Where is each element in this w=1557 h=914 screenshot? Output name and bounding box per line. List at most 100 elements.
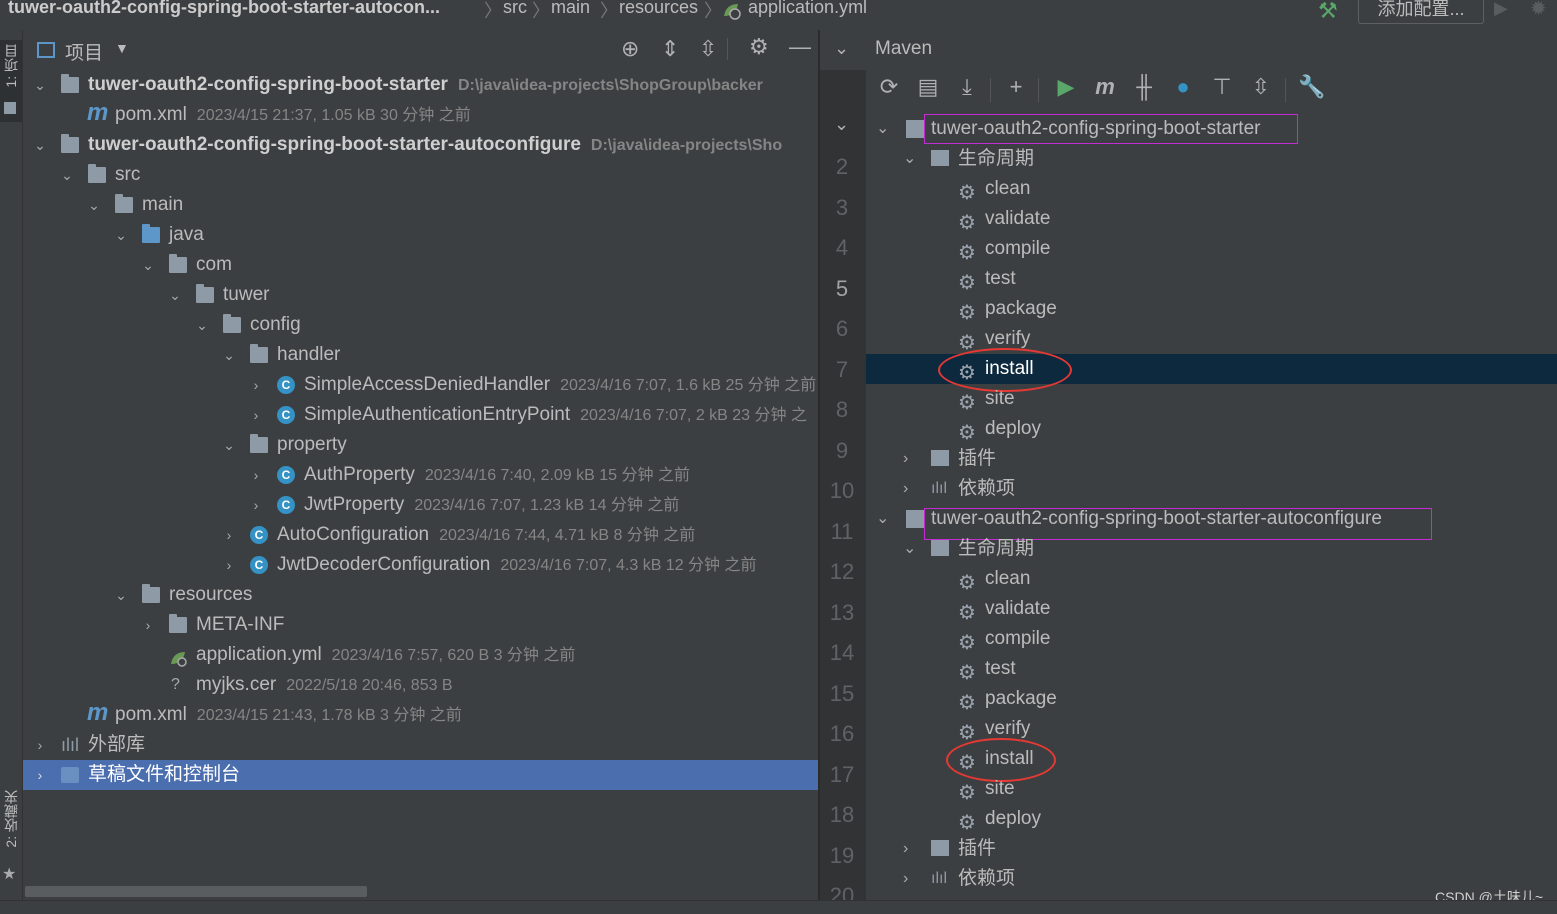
maven-dependencies-node[interactable]: › ılıl 依赖项	[866, 474, 1557, 504]
tree-item-tuwer[interactable]: ⌄ tuwer	[23, 280, 818, 310]
tree-item-src[interactable]: ⌄ src	[23, 160, 818, 190]
show-dependencies-icon[interactable]: ⊤	[1209, 74, 1235, 100]
execute-goal-icon[interactable]: m	[1092, 74, 1118, 100]
tab-favorites[interactable]: 2: 收藏夹	[1, 790, 21, 848]
maven-goal[interactable]: ⚙ verify	[866, 324, 1557, 354]
maven-goal[interactable]: ⚙ deploy	[866, 414, 1557, 444]
run-icon[interactable]: ▶	[1053, 74, 1079, 100]
wrench-icon[interactable]: 🔧	[1298, 74, 1325, 100]
tree-item-pom[interactable]: m pom.xml 2023/4/15 21:43, 1.78 kB 3 分钟 之…	[23, 699, 818, 730]
chevron-down-icon[interactable]: ⌄	[834, 114, 849, 135]
tree-item-external-libraries[interactable]: › ılıl 外部库	[23, 730, 818, 760]
chevron-right-icon[interactable]: ›	[249, 370, 263, 400]
maven-goal[interactable]: ⚙ clean	[866, 174, 1557, 204]
maven-goal[interactable]: ⚙ package	[866, 294, 1557, 324]
tree-item-main[interactable]: ⌄ main	[23, 190, 818, 220]
chevron-down-icon[interactable]: ⌄	[834, 38, 849, 59]
chevron-right-icon[interactable]: ›	[249, 460, 263, 490]
chevron-down-icon[interactable]: ⌄	[33, 130, 47, 160]
maven-goal[interactable]: ⚙ clean	[866, 564, 1557, 594]
tree-item-property[interactable]: ⌄ property	[23, 430, 818, 460]
tree-item-class[interactable]: › C JwtDecoderConfiguration 2023/4/16 7:0…	[23, 550, 818, 580]
add-icon[interactable]: +	[1003, 74, 1029, 100]
run-icon[interactable]: ▶	[1494, 0, 1508, 19]
chevron-down-icon[interactable]: ⌄	[141, 250, 155, 280]
add-project-folder-icon[interactable]: ▤	[915, 74, 941, 100]
debug-icon[interactable]: ✹	[1530, 0, 1547, 21]
chevron-right-icon[interactable]: ›	[33, 730, 47, 760]
tab-project[interactable]: 1: 项目	[1, 44, 21, 88]
maven-goal[interactable]: ⚙ package	[866, 684, 1557, 714]
chevron-down-icon[interactable]: ⌄	[87, 190, 101, 220]
collapse-all-icon[interactable]: ⇳	[1248, 74, 1274, 100]
tree-item-java[interactable]: ⌄ java	[23, 220, 818, 250]
chevron-down-icon[interactable]: ⌄	[222, 430, 236, 460]
collapse-all-icon[interactable]: ⇳	[699, 36, 717, 62]
horizontal-scrollbar[interactable]	[25, 886, 367, 897]
chevron-right-icon[interactable]: ›	[903, 864, 908, 894]
chevron-right-icon[interactable]: ›	[33, 760, 47, 790]
maven-plugins-node[interactable]: › 插件	[866, 444, 1557, 474]
tree-item-class[interactable]: › C AutoConfiguration 2023/4/16 7:44, 4.7…	[23, 520, 818, 550]
chevron-down-icon[interactable]: ⌄	[114, 580, 128, 610]
tree-item-class[interactable]: › C AuthProperty 2023/4/16 7:40, 2.09 kB …	[23, 460, 818, 490]
chevron-right-icon[interactable]: ›	[222, 520, 236, 550]
breadcrumb-project[interactable]: tuwer-oauth2-config-spring-boot-starter-…	[8, 0, 440, 18]
maven-goal[interactable]: ⚙ verify	[866, 714, 1557, 744]
download-icon[interactable]: ⤓	[954, 74, 980, 100]
add-configuration-button[interactable]: 添加配置...	[1358, 0, 1484, 24]
maven-goal[interactable]: ⚙ site	[866, 774, 1557, 804]
tree-item-class[interactable]: › C JwtProperty 2023/4/16 7:07, 1.23 kB 1…	[23, 490, 818, 520]
maven-plugins-node[interactable]: › 插件	[866, 834, 1557, 864]
maven-goal[interactable]: ⚙ validate	[866, 594, 1557, 624]
chevron-down-icon[interactable]: ⌄	[114, 220, 128, 250]
chevron-right-icon[interactable]: ›	[903, 444, 908, 474]
chevron-down-icon[interactable]: ▼	[115, 40, 129, 56]
panel-title[interactable]: 项目	[65, 38, 103, 65]
chevron-right-icon[interactable]: ›	[222, 550, 236, 580]
breadcrumb-resources[interactable]: resources	[619, 0, 698, 18]
chevron-down-icon[interactable]: ⌄	[195, 310, 209, 340]
breadcrumb-main[interactable]: main	[551, 0, 590, 18]
maven-lifecycle-node[interactable]: ⌄ 生命周期	[866, 144, 1557, 174]
tree-item-module-autoconfigure[interactable]: ⌄ tuwer-oauth2-config-spring-boot-starte…	[23, 130, 818, 160]
breadcrumb-src[interactable]: src	[503, 0, 527, 18]
maven-goal[interactable]: ⚙ validate	[866, 204, 1557, 234]
chevron-down-icon[interactable]: ⌄	[903, 144, 916, 174]
chevron-down-icon[interactable]: ⌄	[876, 504, 889, 534]
tree-item-meta-inf[interactable]: › META-INF	[23, 610, 818, 640]
maven-goal[interactable]: ⚙ compile	[866, 234, 1557, 264]
tree-item-config[interactable]: ⌄ config	[23, 310, 818, 340]
chevron-right-icon[interactable]: ›	[903, 474, 908, 504]
tree-item-pom[interactable]: m pom.xml 2023/4/15 21:37, 1.05 kB 30 分钟 …	[23, 99, 818, 130]
tree-item-resources[interactable]: ⌄ resources	[23, 580, 818, 610]
tree-item-scratches[interactable]: › 草稿文件和控制台	[23, 760, 818, 790]
chevron-down-icon[interactable]: ⌄	[876, 114, 889, 144]
breadcrumb-file[interactable]: application.yml	[748, 0, 867, 18]
chevron-down-icon[interactable]: ⌄	[33, 70, 47, 100]
maven-goal[interactable]: ⚙ test	[866, 264, 1557, 294]
expand-all-icon[interactable]: ⇕	[661, 36, 679, 62]
chevron-right-icon[interactable]: ›	[249, 490, 263, 520]
chevron-down-icon[interactable]: ⌄	[903, 534, 916, 564]
skip-tests-icon[interactable]: ●	[1170, 74, 1196, 100]
locate-icon[interactable]: ⊕	[621, 36, 639, 62]
maven-goal[interactable]: ⚙ compile	[866, 624, 1557, 654]
tree-item-module-starter[interactable]: ⌄ tuwer-oauth2-config-spring-boot-starte…	[23, 70, 818, 100]
maven-goal[interactable]: ⚙ test	[866, 654, 1557, 684]
chevron-right-icon[interactable]: ›	[141, 610, 155, 640]
chevron-down-icon[interactable]: ⌄	[168, 280, 182, 310]
maven-goal[interactable]: ⚙ site	[866, 384, 1557, 414]
maven-lifecycle-node[interactable]: ⌄ 生命周期	[866, 534, 1557, 564]
hide-icon[interactable]: —	[789, 34, 811, 60]
chevron-right-icon[interactable]: ›	[249, 400, 263, 430]
reload-icon[interactable]: ⟳	[876, 74, 902, 100]
tree-item-com[interactable]: ⌄ com	[23, 250, 818, 280]
tree-item-myjks[interactable]: ? myjks.cer 2022/5/18 20:46, 853 B	[23, 670, 818, 700]
gear-icon[interactable]: ⚙	[749, 34, 769, 60]
chevron-right-icon[interactable]: ›	[903, 834, 908, 864]
toggle-offline-icon[interactable]: ╫	[1131, 74, 1157, 100]
chevron-down-icon[interactable]: ⌄	[222, 340, 236, 370]
tree-item-application-yml[interactable]: application.yml 2023/4/16 7:57, 620 B 3 分…	[23, 640, 818, 670]
build-hammer-icon[interactable]: ⚒	[1318, 0, 1338, 24]
